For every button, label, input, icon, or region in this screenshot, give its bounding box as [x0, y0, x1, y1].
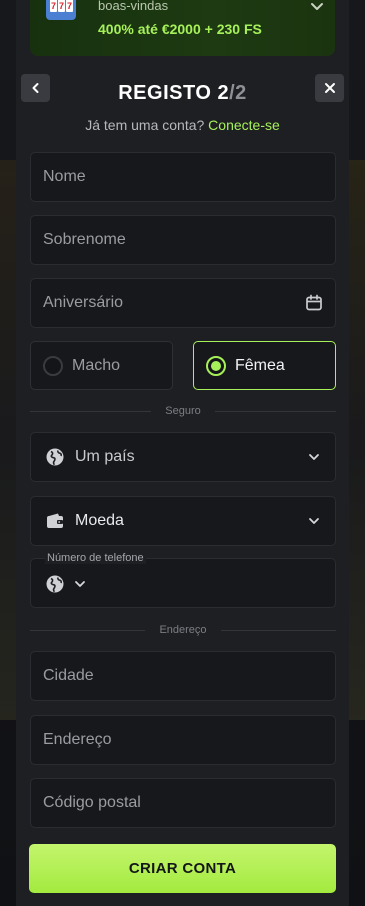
login-link[interactable]: Conecte-se — [208, 117, 280, 133]
radio-unchecked-icon — [43, 355, 63, 376]
city-field[interactable]: Cidade — [30, 651, 336, 701]
section-address-label: Endereço — [159, 624, 207, 636]
svg-text:7: 7 — [67, 1, 72, 11]
gender-male-label: Macho — [72, 356, 121, 374]
svg-text:7: 7 — [51, 1, 56, 11]
currency-select[interactable]: Moeda — [30, 496, 336, 546]
chevron-down-icon — [75, 581, 85, 587]
address-field[interactable]: Endereço — [30, 715, 336, 765]
phone-country-code-selector[interactable] — [45, 574, 87, 594]
section-divider-secure: Seguro — [30, 404, 337, 418]
svg-text:7: 7 — [59, 1, 64, 11]
login-prompt: Já tem uma conta? Conecte-se — [16, 117, 349, 133]
postal-code-placeholder: Código postal — [43, 794, 141, 811]
currency-select-label: Moeda — [75, 512, 124, 529]
first-name-field[interactable]: Nome — [30, 152, 336, 202]
chevron-down-icon — [309, 518, 319, 524]
country-select[interactable]: Um país — [30, 432, 336, 482]
title-text: REGISTO — [118, 82, 212, 104]
close-button[interactable] — [315, 74, 344, 102]
radio-checked-icon — [206, 355, 226, 376]
gender-male-option[interactable]: Macho — [30, 341, 173, 390]
chevron-down-icon — [309, 454, 319, 460]
phone-field[interactable]: Número de telefone — [30, 552, 336, 608]
globe-icon — [46, 448, 64, 466]
close-icon — [324, 83, 335, 93]
first-name-placeholder: Nome — [43, 168, 86, 185]
calendar-icon[interactable] — [305, 294, 323, 312]
page-title: REGISTO 2/2 — [16, 82, 349, 105]
chevron-down-icon[interactable] — [309, 0, 325, 14]
last-name-field[interactable]: Sobrenome — [30, 215, 336, 265]
wallet-icon — [47, 513, 63, 528]
postal-code-field[interactable]: Código postal — [30, 778, 336, 828]
promo-bonus-text: 400% até €2000 + 230 FS — [98, 21, 262, 37]
step-current: 2 — [217, 82, 230, 104]
globe-icon — [46, 575, 64, 593]
section-divider-address: Endereço — [30, 623, 336, 637]
promo-title: boas-vindas — [98, 0, 169, 13]
gender-female-label: Fêmea — [235, 356, 285, 374]
country-select-label: Um país — [75, 448, 135, 465]
address-placeholder: Endereço — [43, 731, 112, 748]
section-secure-label: Seguro — [165, 405, 201, 417]
step-total: 2 — [235, 82, 247, 104]
welcome-bonus-banner[interactable]: 7 7 7 boas-vindas 400% até €2000 + 230 F… — [30, 0, 335, 56]
login-prompt-text: Já tem uma conta? — [85, 117, 209, 133]
gender-female-option[interactable]: Fêmea — [193, 341, 336, 390]
birthday-placeholder: Aniversário — [43, 294, 124, 311]
birthday-field[interactable]: Aniversário — [30, 278, 336, 328]
slot-machine-icon: 7 7 7 — [46, 0, 76, 20]
phone-field-label: Número de telefone — [45, 552, 146, 564]
create-account-button[interactable]: CRIAR CONTA — [29, 844, 336, 893]
registration-modal: 7 7 7 boas-vindas 400% até €2000 + 230 F… — [16, 0, 349, 906]
city-placeholder: Cidade — [43, 667, 94, 684]
last-name-placeholder: Sobrenome — [43, 231, 126, 248]
